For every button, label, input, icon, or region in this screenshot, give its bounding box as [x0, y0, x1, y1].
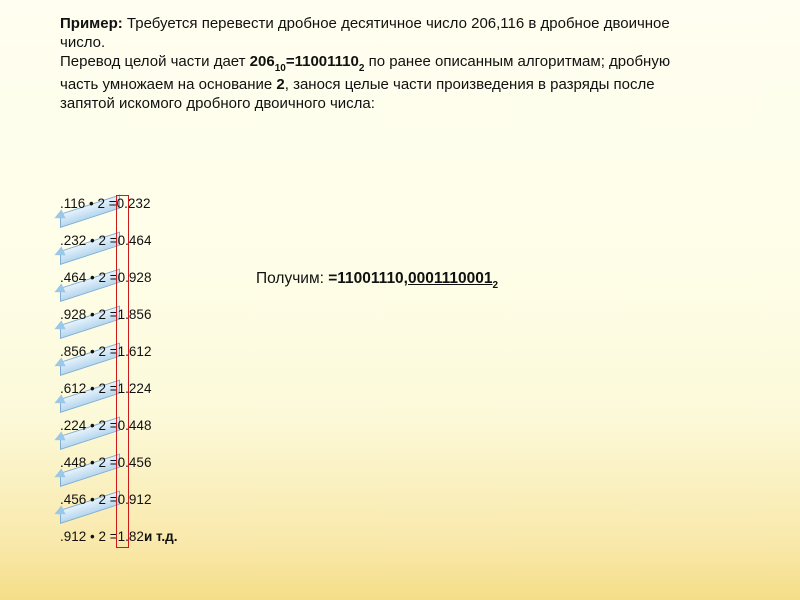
- result-line: Получим: =11001110,00011100012: [256, 270, 498, 290]
- calc-digit: 0: [118, 418, 126, 433]
- calc-lhs: .224 • 2 =: [60, 418, 118, 433]
- calc-row: .612 • 2 = 1.224: [60, 381, 178, 418]
- calc-lhs: .912 • 2 =: [60, 529, 118, 544]
- result-eq: =: [328, 270, 337, 287]
- calc-column: .116 • 2 = 0.232 .232 • 2 = 0.464 .464 •…: [60, 196, 178, 566]
- calc-digit: 0: [117, 196, 125, 211]
- base2: 2: [276, 76, 284, 93]
- calc-tail: и т.д.: [144, 529, 178, 544]
- example-label: Пример:: [60, 15, 123, 32]
- calc-lhs: .456 • 2 =: [60, 492, 118, 507]
- calc-row: .912 • 2 = 1.82 и т.д.: [60, 529, 178, 566]
- calc-frac: .928: [125, 270, 151, 285]
- calc-row: .856 • 2 = 1.612: [60, 344, 178, 381]
- calc-digit: 1: [118, 529, 126, 544]
- calc-lhs: .928 • 2 =: [60, 307, 118, 322]
- int-bin-base: 2: [359, 63, 365, 74]
- calc-row: .456 • 2 = 0.912: [60, 492, 178, 529]
- calc-row: .224 • 2 = 0.448: [60, 418, 178, 455]
- calc-frac: .82: [125, 529, 144, 544]
- calc-row: .232 • 2 = 0.464: [60, 233, 178, 270]
- result-base: 2: [493, 280, 499, 291]
- int-dec-base: 10: [275, 63, 286, 74]
- calc-lhs: .464 • 2 =: [60, 270, 118, 285]
- calc-lhs: .116 • 2 =: [60, 196, 117, 211]
- calc-frac: .232: [124, 196, 150, 211]
- calc-frac: .612: [125, 344, 151, 359]
- example-text: Требуется перевести дробное десятичное ч…: [60, 15, 670, 51]
- int-dec: 206: [250, 53, 275, 70]
- calc-lhs: .612 • 2 =: [60, 381, 118, 396]
- calc-lhs: .232 • 2 =: [60, 233, 118, 248]
- calc-row: .464 • 2 = 0.928: [60, 270, 178, 307]
- calc-frac: .456: [125, 455, 151, 470]
- calc-digit: 1: [118, 381, 126, 396]
- calc-row: .928 • 2 = 1.856: [60, 307, 178, 344]
- calc-digit: 1: [118, 344, 126, 359]
- calc-digit: 0: [118, 455, 126, 470]
- calc-lhs: .448 • 2 =: [60, 455, 118, 470]
- calc-frac: .224: [125, 381, 151, 396]
- result-prefix: Получим:: [256, 270, 328, 287]
- calc-frac: .448: [125, 418, 151, 433]
- calc-frac: .856: [125, 307, 151, 322]
- slide: Пример: Требуется перевести дробное деся…: [0, 0, 800, 600]
- calc-row: .448 • 2 = 0.456: [60, 455, 178, 492]
- calc-digit: 0: [118, 492, 126, 507]
- calc-lhs: .856 • 2 =: [60, 344, 118, 359]
- calc-row: .116 • 2 = 0.232: [60, 196, 178, 233]
- intro-block: Пример: Требуется перевести дробное деся…: [60, 14, 700, 114]
- calc-digit: 0: [118, 270, 126, 285]
- calc-digit: 0: [118, 233, 126, 248]
- calc-digit: 1: [118, 307, 126, 322]
- calc-frac: .912: [125, 492, 151, 507]
- result-int: 11001110,: [337, 270, 408, 287]
- int-bin: 11001110: [295, 53, 359, 70]
- intro-line2a: Перевод целой части дает: [60, 53, 250, 70]
- calc-frac: .464: [125, 233, 151, 248]
- result-frac: 0001110001: [408, 270, 493, 287]
- equals: =: [286, 53, 295, 70]
